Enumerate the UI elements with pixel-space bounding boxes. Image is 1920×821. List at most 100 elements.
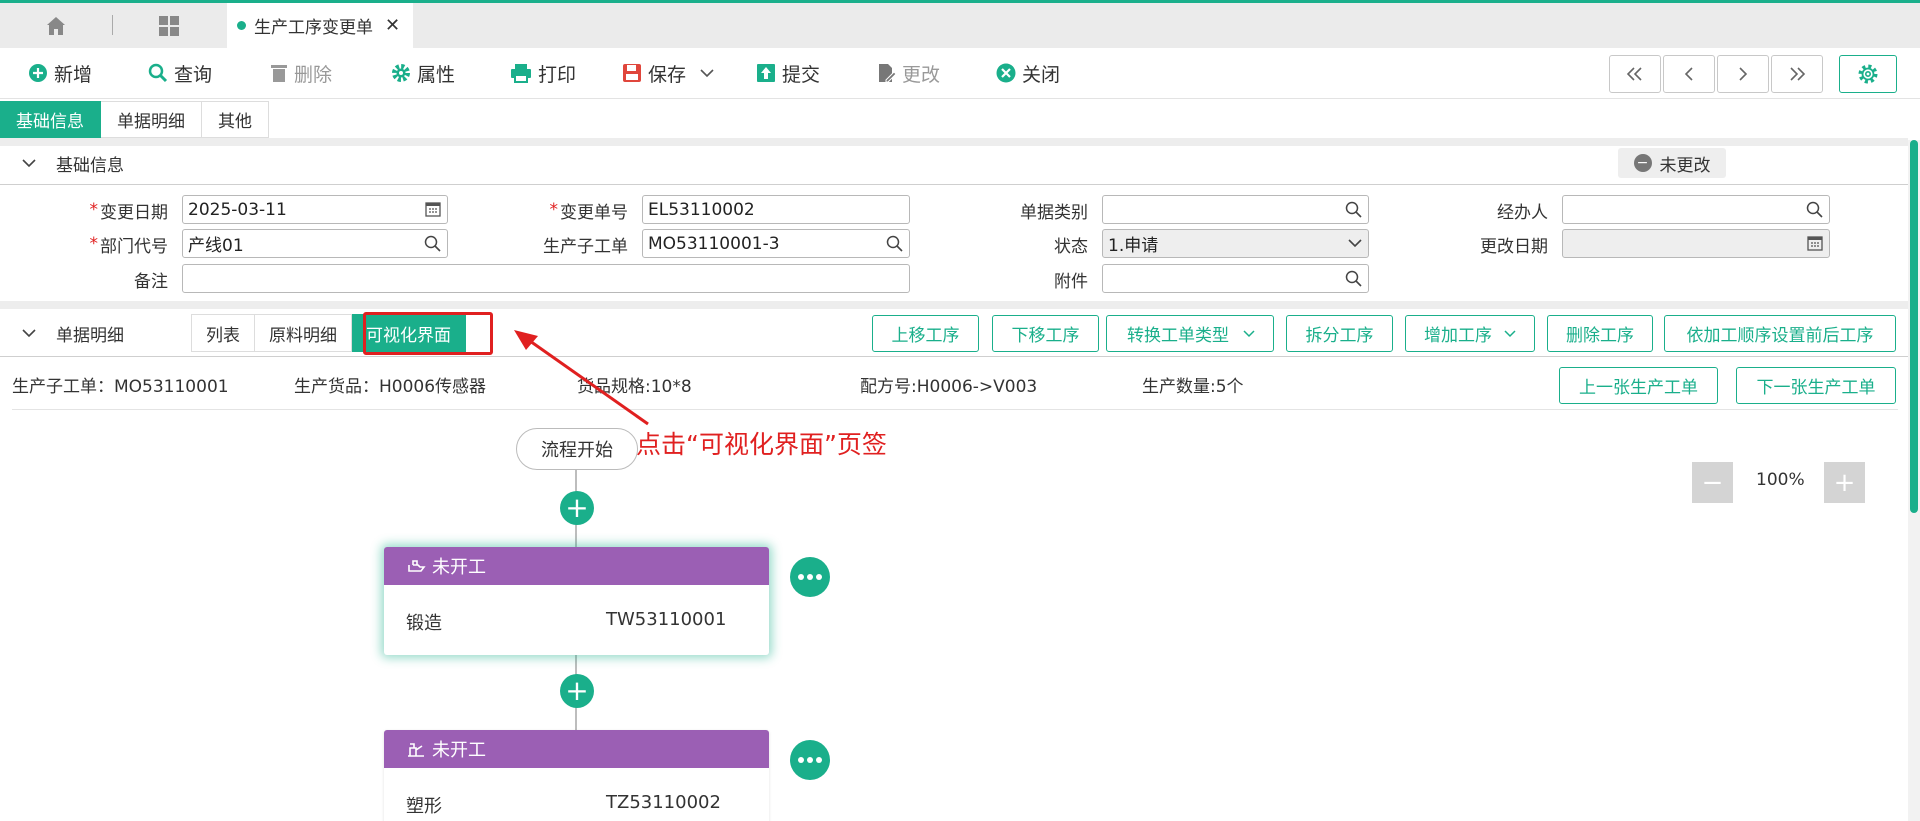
subtab-list[interactable]: 列表 [191, 314, 255, 352]
zoom-out-button[interactable]: − [1692, 462, 1733, 503]
change-date-label: * 变更日期 [89, 200, 169, 223]
chevron-down-icon [22, 323, 36, 343]
submit-button[interactable]: 提交 [756, 58, 820, 88]
change-date2-label: 更改日期 [1480, 236, 1548, 257]
delete-button[interactable]: 删除 [270, 58, 332, 88]
modify-button[interactable]: 更改 [876, 58, 940, 88]
submit-label: 提交 [782, 63, 821, 86]
dept-field[interactable]: 产线01 [182, 229, 448, 258]
doc-type-label: 单据类别 [1020, 202, 1088, 223]
calendar-icon [1807, 235, 1823, 251]
modify-label: 更改 [902, 63, 941, 86]
double-chevron-left-icon [1626, 67, 1642, 81]
split-process-button[interactable]: 拆分工序 [1286, 315, 1393, 352]
handler-label: 经办人 [1497, 202, 1548, 223]
apps-grid-icon[interactable] [113, 3, 225, 48]
info-quantity: 生产数量:5个 [1142, 377, 1244, 397]
divider [0, 356, 1908, 357]
search-icon[interactable] [1345, 201, 1362, 218]
chevron-down-icon [1504, 329, 1516, 338]
properties-button[interactable]: 属性 [391, 58, 455, 88]
handler-field[interactable] [1562, 195, 1830, 224]
prev-work-order-button[interactable]: 上一张生产工单 [1559, 367, 1718, 404]
move-up-button[interactable]: 上移工序 [872, 315, 979, 352]
plus-circle-icon [28, 63, 48, 83]
query-button[interactable]: 查询 [148, 58, 212, 88]
add-step-button[interactable]: + [560, 491, 594, 525]
sub-order-field[interactable]: MO53110001-3 [642, 229, 910, 258]
trash-icon [270, 63, 288, 83]
search-icon[interactable] [1345, 270, 1362, 287]
edit-doc-icon [876, 63, 896, 83]
attachment-field[interactable] [1102, 264, 1369, 293]
chevron-down-icon[interactable] [700, 68, 714, 78]
search-icon [148, 63, 168, 83]
chevron-down-icon [1243, 329, 1255, 338]
print-label: 打印 [538, 63, 577, 86]
change-no-field[interactable]: EL53110002 [642, 195, 910, 224]
delete-process-button[interactable]: 删除工序 [1547, 315, 1653, 352]
more-options-button[interactable] [790, 740, 830, 780]
zoom-in-button[interactable]: + [1824, 462, 1865, 503]
tab-document-details[interactable]: 单据明细 [101, 101, 202, 138]
scrollbar-thumb[interactable] [1910, 140, 1918, 513]
status-badge-text: 未更改 [1659, 155, 1711, 176]
process-card[interactable]: 未开工 塑形 TZ53110002 [384, 730, 769, 821]
prev-record-button[interactable] [1663, 55, 1715, 93]
status-badge: − 未更改 [1618, 148, 1726, 178]
more-options-button[interactable] [790, 557, 830, 597]
save-button[interactable]: 保存 [622, 58, 714, 88]
tab-basic-info[interactable]: 基础信息 [0, 101, 101, 138]
gear-icon [391, 63, 411, 83]
add-step-button[interactable]: + [560, 674, 594, 708]
close-label: 关闭 [1022, 63, 1061, 86]
upload-icon [756, 63, 776, 83]
new-button[interactable]: 新增 [28, 58, 92, 88]
close-circle-icon [996, 63, 1016, 83]
change-date-field[interactable]: 2025-03-11 [182, 195, 448, 224]
close-tab-icon[interactable]: ✕ [385, 15, 400, 36]
process-card-header: 未开工 [384, 730, 769, 768]
home-icon[interactable] [0, 3, 112, 48]
process-card[interactable]: 未开工 锻造 TW53110001 [384, 547, 769, 655]
next-work-order-button[interactable]: 下一张生产工单 [1736, 367, 1896, 404]
search-icon[interactable] [886, 235, 903, 252]
section-title: 基础信息 [56, 155, 124, 176]
tab-other[interactable]: 其他 [202, 101, 269, 138]
last-record-button[interactable] [1771, 55, 1823, 93]
change-date2-field [1562, 229, 1830, 258]
gear-icon [1858, 64, 1878, 84]
remark-label: 备注 [134, 271, 168, 292]
next-record-button[interactable] [1717, 55, 1769, 93]
remark-field[interactable] [182, 264, 910, 293]
convert-type-button[interactable]: 转换工单类型 [1106, 315, 1274, 352]
search-icon[interactable] [1806, 201, 1823, 218]
set-process-order-button[interactable]: 依加工顺序设置前后工序 [1664, 315, 1896, 352]
doc-type-field[interactable] [1102, 195, 1369, 224]
first-record-button[interactable] [1609, 55, 1661, 93]
add-process-button[interactable]: 增加工序 [1405, 315, 1535, 352]
query-label: 查询 [174, 63, 213, 86]
subtab-material-details[interactable]: 原料明细 [255, 314, 352, 352]
info-sub-order: 生产子工单：MO53110001 [12, 377, 229, 397]
print-button[interactable]: 打印 [510, 58, 576, 88]
close-button[interactable]: 关闭 [996, 58, 1060, 88]
tab-production-process-change[interactable]: 生产工序变更单 ✕ [227, 3, 413, 48]
settings-button[interactable] [1839, 55, 1897, 93]
calendar-icon[interactable] [425, 201, 441, 217]
process-card-header: 未开工 [384, 547, 769, 585]
process-code: TZ53110002 [606, 792, 721, 813]
annotation-arrow-icon [514, 330, 649, 426]
move-down-button[interactable]: 下移工序 [992, 315, 1099, 352]
search-icon[interactable] [424, 235, 441, 252]
chevron-left-icon [1684, 67, 1693, 81]
divider [0, 184, 1908, 185]
attachment-label: 附件 [1054, 271, 1088, 292]
zoom-level: 100% [1756, 470, 1805, 490]
process-code: TW53110001 [606, 609, 727, 630]
status-select[interactable]: 1.申请 [1102, 229, 1369, 258]
properties-label: 属性 [417, 63, 456, 86]
chevron-down-icon [1348, 238, 1362, 248]
save-icon [622, 63, 642, 83]
dept-label: * 部门代号 [89, 234, 169, 257]
